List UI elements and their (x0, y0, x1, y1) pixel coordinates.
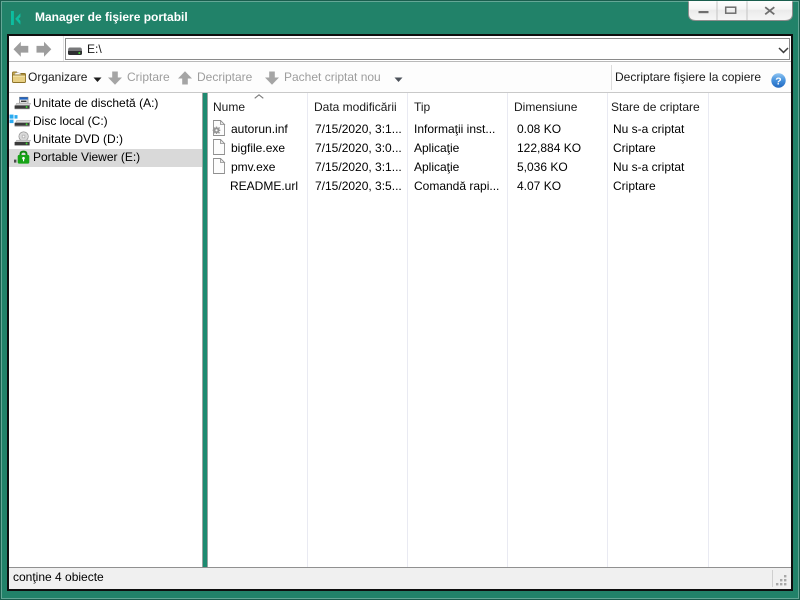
svg-text:?: ? (775, 75, 781, 87)
